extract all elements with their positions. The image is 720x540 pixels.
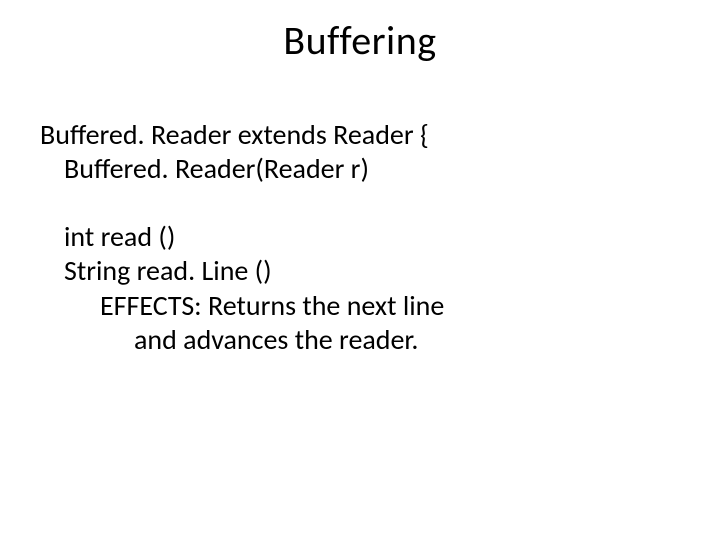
line-constructor: Buffered. Reader(Reader r) bbox=[64, 152, 680, 186]
slide: Buffering Buffered. Reader extends Reade… bbox=[0, 0, 720, 540]
line-class-declaration: Buffered. Reader extends Reader { bbox=[40, 118, 680, 152]
blank-line bbox=[40, 186, 680, 220]
line-int-read: int read () bbox=[64, 220, 680, 254]
line-effects-cont: and advances the reader. bbox=[134, 323, 680, 357]
line-effects: EFFECTS: Returns the next line bbox=[100, 289, 680, 323]
slide-title: Buffering bbox=[0, 16, 720, 65]
line-readline: String read. Line () bbox=[64, 254, 680, 288]
slide-body: Buffered. Reader extends Reader { Buffer… bbox=[40, 118, 680, 357]
